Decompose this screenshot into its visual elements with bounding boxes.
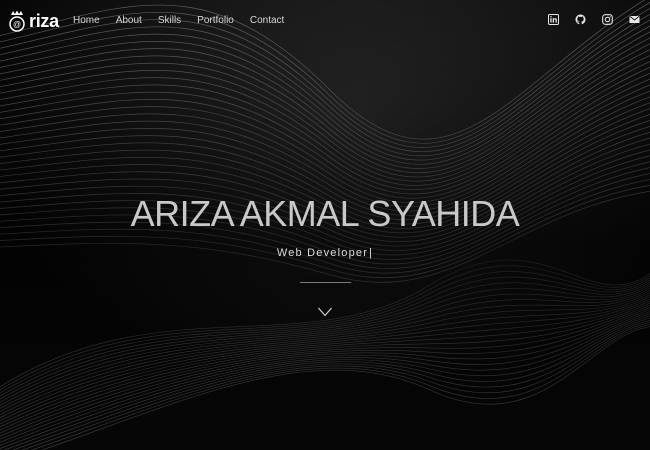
social-links (532, 14, 640, 25)
nav-links: Home About Skills Portfolio Contact (73, 14, 300, 28)
email-icon[interactable] (629, 14, 640, 25)
github-icon[interactable] (575, 14, 586, 25)
hero-role: Web Developer (276, 247, 369, 259)
hero-divider (300, 282, 351, 283)
site-logo[interactable]: @ riza (8, 10, 59, 32)
typing-cursor: | (369, 247, 374, 259)
scroll-down-button[interactable] (317, 306, 333, 318)
navbar: @ riza Home About Skills Portfolio Conta… (0, 0, 650, 42)
hero-name: ARIZA AKMAL SYAHIDA (130, 193, 520, 234)
nav-about[interactable]: About (116, 14, 142, 28)
svg-text:@: @ (13, 20, 21, 29)
hero-section: ARIZA AKMAL SYAHIDA Web Developer| (0, 190, 650, 260)
nav-home[interactable]: Home (73, 14, 100, 28)
nav-contact[interactable]: Contact (250, 14, 284, 28)
linkedin-icon[interactable] (548, 14, 559, 25)
chevron-down-icon (318, 307, 332, 317)
logo-text: riza (29, 11, 59, 31)
instagram-icon[interactable] (602, 14, 613, 25)
nav-skills[interactable]: Skills (158, 14, 181, 28)
logo-crown-icon: @ (9, 10, 25, 32)
hero-role-line: Web Developer| (0, 246, 650, 260)
nav-portfolio[interactable]: Portfolio (197, 14, 234, 28)
